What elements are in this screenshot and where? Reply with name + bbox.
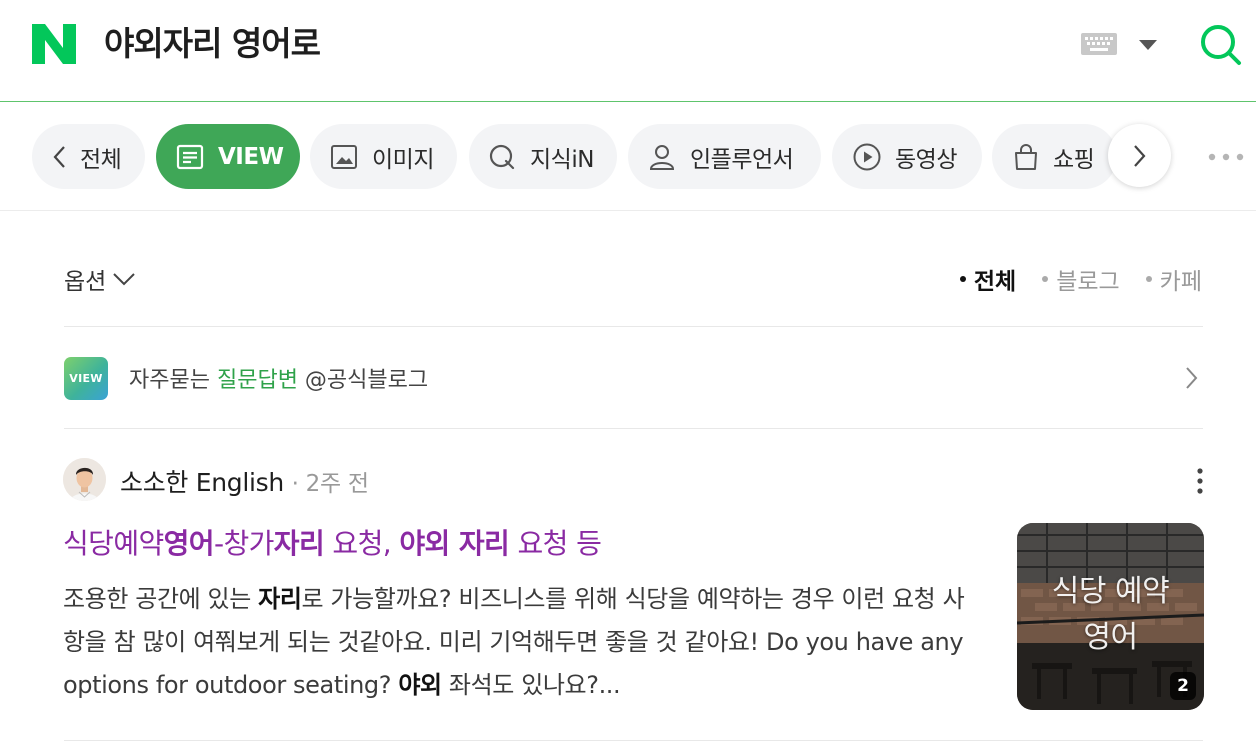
title-part: 식당예약	[63, 527, 164, 560]
thumbnail-caption-line: 영어	[1083, 620, 1138, 655]
filter-all[interactable]: 전체	[959, 262, 1017, 296]
title-highlight: 자리	[273, 527, 325, 560]
keyboard-icon[interactable]	[1081, 33, 1117, 55]
faq-suffix: @공식블로그	[297, 368, 429, 393]
bag-icon	[1015, 143, 1037, 170]
person-icon	[649, 144, 675, 170]
faq-link[interactable]: VIEW 자주묻는 질문답변 @공식블로그	[64, 356, 1203, 400]
tab-shopping[interactable]: 쇼핑	[992, 124, 1117, 189]
search-query[interactable]: 야외자리 영어로	[104, 22, 321, 66]
options-label: 옵션	[64, 269, 107, 295]
title-part: 요청,	[324, 527, 400, 560]
tab-all[interactable]: 전체	[32, 124, 145, 189]
tab-kin[interactable]: 지식iN	[469, 124, 617, 189]
snippet-highlight: 야외	[398, 671, 442, 699]
author-name[interactable]: 소소한 English	[120, 468, 284, 497]
post-separator: ·	[291, 471, 306, 497]
post-title-link[interactable]: 식당예약영어-창가자리 요청, 야외 자리 요청 등	[63, 525, 602, 563]
tab-influencer[interactable]: 인플루언서	[628, 124, 821, 189]
tab-label: 전체	[80, 146, 122, 173]
tab-images[interactable]: 이미지	[310, 124, 457, 189]
title-part: -창가	[213, 527, 274, 560]
post-time: 2주 전	[305, 471, 369, 497]
bullet-dot	[1042, 276, 1049, 282]
title-highlight: 야외 자리	[399, 527, 510, 560]
post-thumbnail[interactable]: 식당 예약 영어 2	[1017, 523, 1204, 710]
options-toggle[interactable]: 옵션	[64, 262, 136, 296]
chevron-down-icon	[113, 273, 136, 286]
tabs-next-button[interactable]	[1108, 124, 1171, 187]
author-avatar[interactable]	[63, 458, 106, 501]
tab-label: 동영상	[895, 146, 957, 173]
divider	[64, 326, 1203, 327]
image-count-badge: 2	[1170, 672, 1196, 700]
tab-label: 쇼핑	[1053, 146, 1095, 173]
tab-view[interactable]: VIEW	[156, 124, 300, 189]
snippet-part: 좌석도 있나요?...	[441, 671, 621, 699]
thumbnail-caption: 식당 예약 영어	[1017, 569, 1204, 661]
tab-label: 인플루언서	[690, 146, 794, 173]
post-snippet[interactable]: 조용한 공간에 있는 자리로 가능할까요? 비즈니스를 위해 식당을 예약하는 …	[63, 578, 983, 707]
more-options-icon[interactable]	[1206, 151, 1246, 163]
image-icon	[331, 144, 357, 169]
dropdown-caret-icon[interactable]	[1139, 39, 1157, 51]
snippet-part: 조용한 공간에 있는	[63, 585, 259, 613]
bullet-dot	[959, 276, 966, 282]
filter-label: 카페	[1159, 269, 1202, 295]
snippet-highlight: 자리	[258, 585, 302, 613]
author-line: 소소한 English · 2주 전	[120, 463, 369, 499]
vertical-tabs: 전체 VIEW 이미지 지식iN 인플루언서 동영상 쇼핑	[0, 103, 1256, 211]
kebab-menu-icon[interactable]	[1193, 467, 1207, 495]
search-header: 야외자리 영어로	[0, 0, 1256, 102]
faq-text: 자주묻는 질문답변 @공식블로그	[129, 362, 428, 394]
divider	[64, 428, 1203, 429]
faq-prefix: 자주묻는	[129, 368, 217, 393]
thumbnail-caption-line: 식당 예약	[1051, 574, 1170, 609]
source-filters: 전체 블로그 카페	[934, 262, 1202, 296]
bullet-dot	[1145, 276, 1152, 282]
tab-label: 이미지	[372, 146, 434, 173]
title-highlight: 영어	[163, 527, 215, 560]
title-part: 요청 등	[509, 527, 602, 560]
search-icon[interactable]	[1198, 22, 1242, 66]
document-icon	[176, 144, 204, 169]
view-badge-icon: VIEW	[64, 356, 108, 400]
filter-cafe[interactable]: 카페	[1145, 262, 1202, 296]
chevron-right-icon	[1186, 367, 1198, 389]
tab-label: VIEW	[218, 143, 284, 170]
filter-label: 블로그	[1056, 269, 1120, 295]
naver-logo[interactable]	[32, 24, 76, 64]
q-icon	[489, 144, 515, 169]
filter-label: 전체	[973, 269, 1017, 295]
divider	[64, 740, 1203, 741]
filter-blog[interactable]: 블로그	[1042, 262, 1120, 296]
faq-highlight: 질문답변	[216, 368, 298, 393]
chevron-right-icon	[1133, 144, 1145, 167]
tab-video[interactable]: 동영상	[832, 124, 982, 189]
tab-label: 지식iN	[530, 146, 594, 173]
play-icon	[853, 143, 881, 170]
chevron-left-icon	[53, 145, 65, 168]
